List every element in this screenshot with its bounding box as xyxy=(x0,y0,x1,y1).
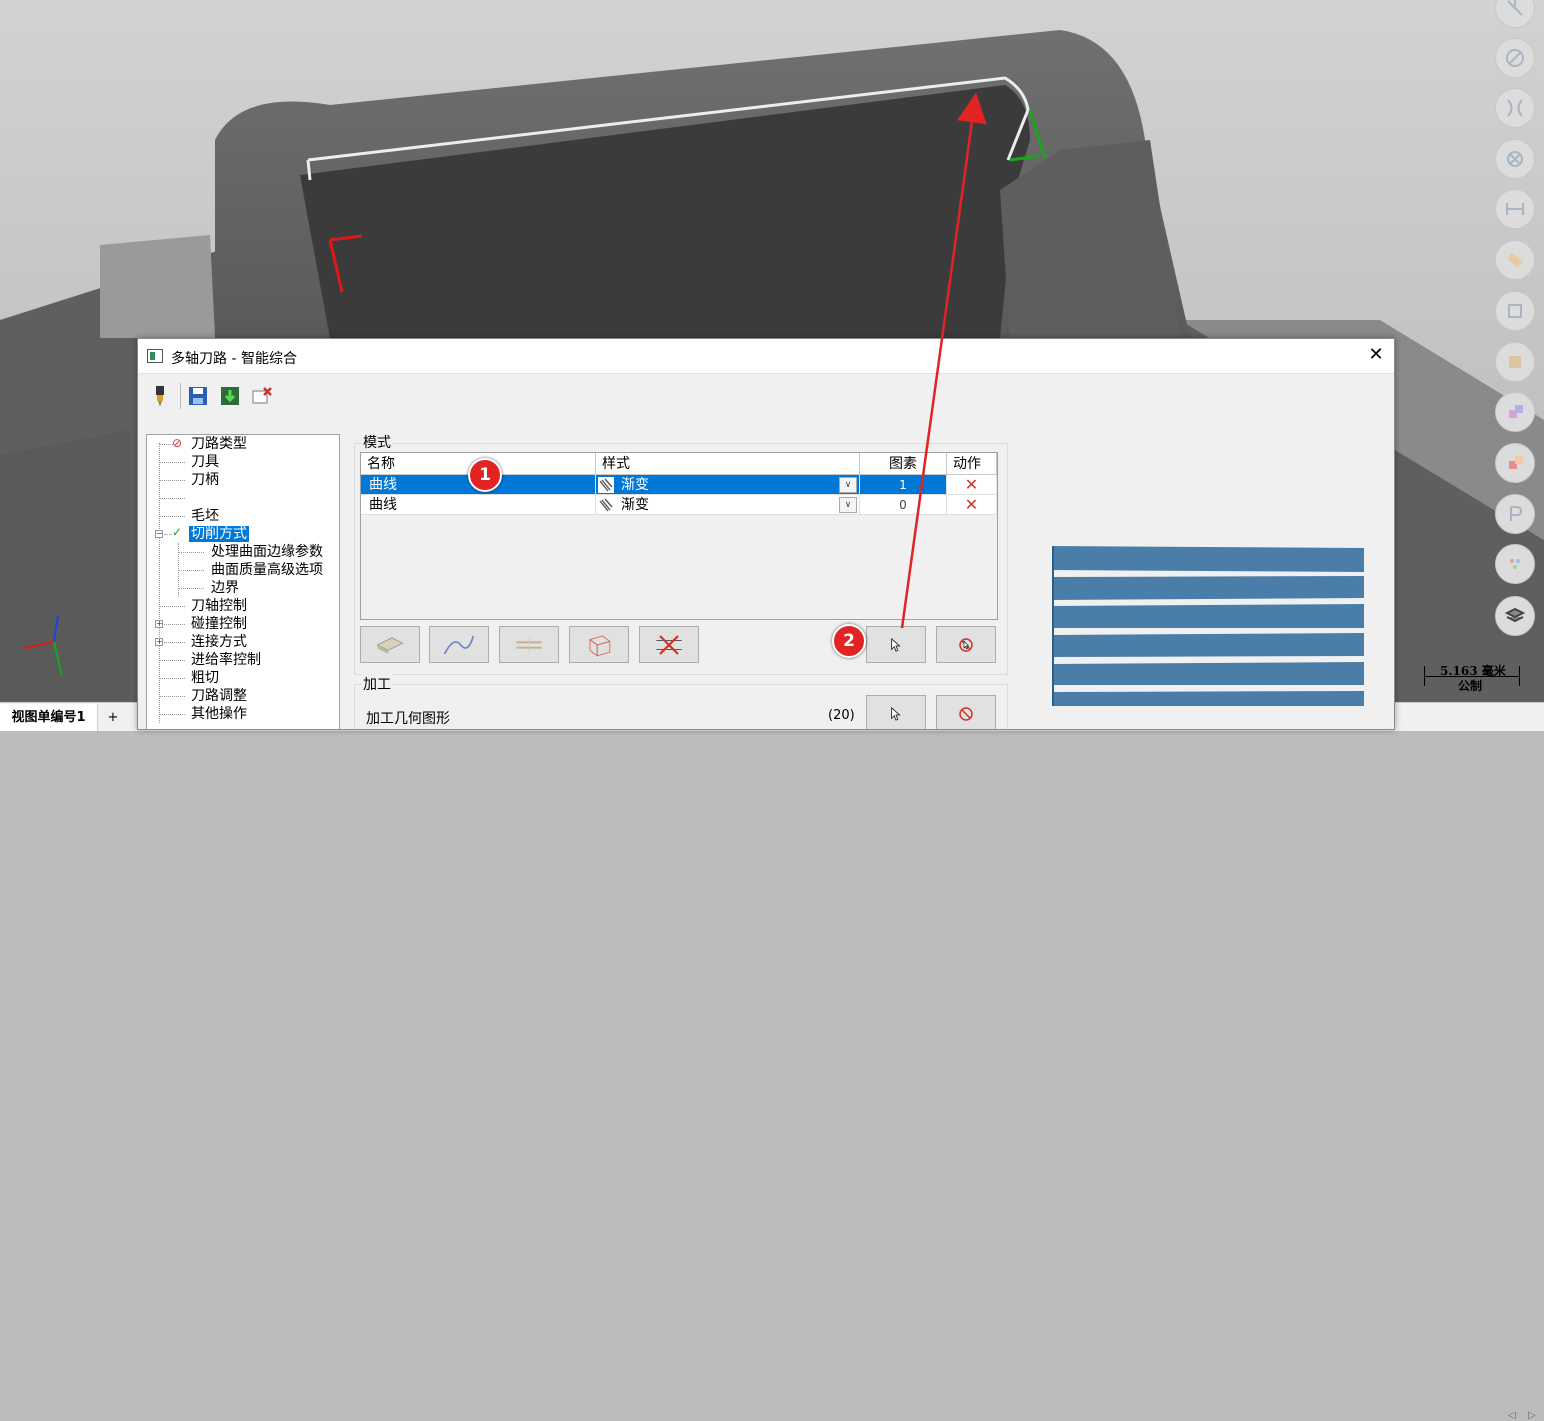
tree-item-collision[interactable]: 碰撞控制 xyxy=(191,615,247,633)
mode-grid[interactable]: 名称 样式 图素 动作 曲线 渐变 ∨ 1 ✕ 曲线 渐变 ∨ 0 ✕ xyxy=(360,452,998,620)
mode-group-label: 模式 xyxy=(362,432,392,452)
ruler-icon[interactable] xyxy=(1495,240,1535,280)
row-style-cell[interactable]: 渐变 ∨ xyxy=(596,495,860,515)
diameter-icon[interactable] xyxy=(1495,38,1535,78)
col-header-action[interactable]: 动作 xyxy=(947,453,997,475)
dialog-titlebar: 多轴刀路 - 智能综合 ✕ xyxy=(138,339,1394,373)
tree-item-boundary[interactable]: 边界 xyxy=(211,579,239,597)
save-apply-icon[interactable] xyxy=(218,384,242,408)
plane-lines-icon xyxy=(516,637,542,652)
settings-tree[interactable]: ⊘ 刀路类型 刀具 刀柄 毛坯 − ✓ 切削方式 处理曲面边缘参数 曲面质量高级… xyxy=(146,434,340,729)
cursor-icon xyxy=(891,706,901,721)
style-icon xyxy=(598,497,614,513)
row-style: 渐变 xyxy=(621,477,649,493)
delete-icon[interactable] xyxy=(250,384,274,408)
tree-item-surface-quality[interactable]: 曲面质量高级选项 xyxy=(211,561,323,579)
tool-icon[interactable] xyxy=(148,384,172,408)
annotation-badge-2: 2 xyxy=(832,624,866,658)
curve-icon xyxy=(443,635,475,654)
select-entities-button[interactable] xyxy=(866,626,926,663)
dialog-toolbar xyxy=(138,373,1394,419)
scale-indicator: 5.163 毫米 公制 xyxy=(1424,662,1520,693)
surface-icon xyxy=(376,636,404,654)
tree-item-feed-control[interactable]: 进给率控制 xyxy=(191,651,261,669)
chevron-down-icon[interactable]: ∨ xyxy=(839,497,857,513)
measure-distance-icon[interactable] xyxy=(1495,189,1535,229)
style-icon xyxy=(598,477,614,493)
cursor-icon xyxy=(891,637,901,652)
solid-view-icon[interactable] xyxy=(1495,342,1535,382)
delete-all-icon xyxy=(656,634,682,655)
dialog-body: ⊘ 刀路类型 刀具 刀柄 毛坯 − ✓ 切削方式 处理曲面边缘参数 曲面质量高级… xyxy=(138,418,1394,729)
box-view-icon[interactable] xyxy=(1495,291,1535,331)
row-name: 曲线 xyxy=(361,495,596,515)
color-blocks-icon[interactable] xyxy=(1495,392,1535,432)
delete-row-icon[interactable]: ✕ xyxy=(947,475,997,495)
table-row[interactable]: 曲线 渐变 ∨ 0 ✕ xyxy=(361,495,997,515)
check-icon: ✓ xyxy=(172,525,183,539)
tree-item-stock[interactable]: 毛坯 xyxy=(191,507,219,525)
window-icon xyxy=(147,349,163,363)
layers-icon[interactable] xyxy=(1495,596,1535,636)
tree-item-toolpath-type[interactable]: 刀路类型 xyxy=(191,435,247,453)
tree-item-surface-edge[interactable]: 处理曲面边缘参数 xyxy=(211,543,323,561)
nav-next-icon[interactable]: ▷ xyxy=(1528,1410,1536,1421)
palette-icon[interactable] xyxy=(1495,544,1535,584)
tree-item-cut-pattern[interactable]: 切削方式 xyxy=(189,525,249,543)
col-header-style[interactable]: 样式 xyxy=(596,453,860,475)
collapse-icon[interactable]: − xyxy=(155,530,163,538)
tree-item-tool[interactable]: 刀具 xyxy=(191,453,219,471)
tree-item-roughing[interactable]: 粗切 xyxy=(191,669,219,687)
process-group-label: 加工 xyxy=(362,674,392,694)
tree-item-cut-pattern-label: 切削方式 xyxy=(189,526,249,542)
deselect-icon xyxy=(959,637,973,652)
error-icon: ⊘ xyxy=(172,436,183,450)
row-count: 1 xyxy=(860,475,947,495)
tree-item-toolpath-adjust[interactable]: 刀路调整 xyxy=(191,687,247,705)
machining-geometry-label: 加工几何图形 xyxy=(366,711,450,727)
delete-row-icon[interactable]: ✕ xyxy=(947,495,997,515)
table-row[interactable]: 曲线 渐变 ∨ 1 ✕ xyxy=(361,475,997,495)
add-stock-mode-button[interactable] xyxy=(569,626,629,663)
row-style: 渐变 xyxy=(621,497,649,513)
annotation-badge-1: 1 xyxy=(468,458,502,492)
add-curve-mode-button[interactable] xyxy=(429,626,489,663)
row-count: 0 xyxy=(860,495,947,515)
tree-item-holder[interactable]: 刀柄 xyxy=(191,471,219,489)
curve-analysis-icon[interactable] xyxy=(1495,88,1535,128)
tree-item-other-ops[interactable]: 其他操作 xyxy=(191,705,247,723)
save-icon[interactable] xyxy=(186,384,210,408)
scale-unit: 公制 xyxy=(1458,679,1483,693)
row-style-cell[interactable]: 渐变 ∨ xyxy=(596,475,860,495)
clear-entities-button[interactable] xyxy=(936,626,996,663)
properties-icon[interactable] xyxy=(1495,494,1535,534)
tree-item-tool-axis[interactable]: 刀轴控制 xyxy=(191,597,247,615)
tree-item-linking[interactable]: 连接方式 xyxy=(191,633,247,651)
nav-prev-icon[interactable]: ◁ xyxy=(1508,1410,1516,1421)
chevron-down-icon[interactable]: ∨ xyxy=(839,477,857,493)
col-header-entities[interactable]: 图素 xyxy=(860,453,947,475)
cut-pattern-preview xyxy=(1052,546,1364,706)
section-icon[interactable] xyxy=(1495,139,1535,179)
close-button[interactable]: ✕ xyxy=(1366,345,1386,365)
expand-icon[interactable]: + xyxy=(155,620,163,628)
expand-icon[interactable]: + xyxy=(155,638,163,646)
add-surface-mode-button[interactable] xyxy=(360,626,420,663)
remove-all-modes-button[interactable] xyxy=(639,626,699,663)
machining-geometry-count: (20) xyxy=(828,708,855,723)
viewsheet-tab[interactable]: 视图单编号1 xyxy=(0,704,98,731)
add-viewsheet-button[interactable]: + xyxy=(104,704,122,731)
clear-geometry-button[interactable] xyxy=(936,695,996,729)
select-geometry-button[interactable] xyxy=(866,695,926,729)
multiaxis-toolpath-dialog: 多轴刀路 - 智能综合 ✕ ⊘ 刀路类型 刀具 刀柄 毛坯 − ✓ 切削方式 处… xyxy=(137,338,1395,730)
add-plane-mode-button[interactable] xyxy=(499,626,559,663)
dialog-title: 多轴刀路 - 智能综合 xyxy=(171,351,297,367)
color-swatch-icon[interactable] xyxy=(1495,443,1535,483)
deselect-icon xyxy=(959,706,973,721)
box-icon xyxy=(589,635,611,657)
